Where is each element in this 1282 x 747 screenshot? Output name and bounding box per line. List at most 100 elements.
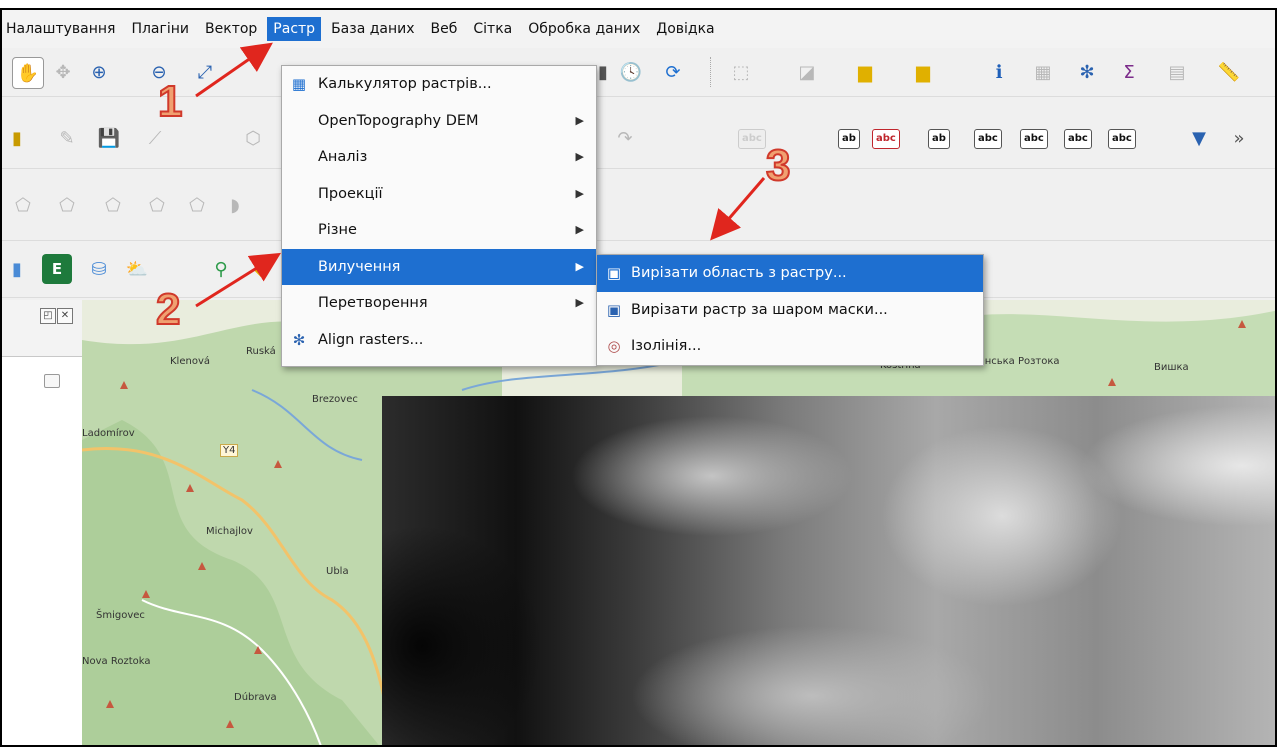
digitizing-toolbar: ▮ ✎ 💾 ⟋ ⬡ ↷ abc ab abc ab abc abc abc ab… — [2, 108, 1275, 169]
layers-panel-header: ◰ ✕ — [2, 300, 82, 357]
map-canvas[interactable]: Klenová Ruská Brezovec Ladomírov Y4 Mich… — [82, 300, 1275, 745]
menu-item-label: Калькулятор растрів... — [318, 76, 492, 92]
menu-item-label: Align rasters... — [318, 331, 424, 348]
add-feature-icon[interactable]: ⟋ — [140, 123, 170, 153]
measure-line-icon[interactable]: 📏 — [1214, 57, 1244, 87]
toolbar-overflow-icon[interactable]: » — [1224, 123, 1254, 153]
delete-part-icon[interactable]: ⬠ — [142, 190, 172, 220]
layer-diagram-icon[interactable]: abc — [872, 129, 900, 149]
menu-processing[interactable]: Обробка даних — [522, 17, 646, 41]
pan-icon[interactable]: ✋ — [12, 57, 44, 89]
submenu-arrow-icon: ▶ — [575, 259, 584, 273]
close-panel-icon[interactable]: ✕ — [57, 308, 73, 324]
menu-item-label: Вирізати область з растру... — [631, 265, 847, 281]
map-place-label: Nova Roztoka — [82, 656, 151, 667]
menu-item-clip-raster-by-mask[interactable]: ▣ Вирізати растр за шаром маски... — [597, 292, 983, 329]
reshape-features-icon[interactable]: ⬠ — [182, 190, 212, 220]
pan-to-selection-icon[interactable]: ✥ — [48, 57, 78, 87]
label-toolbar-icon[interactable]: abc — [738, 129, 766, 149]
field-calculator-icon[interactable]: ✻ — [1072, 57, 1102, 87]
show-hide-labels-icon[interactable]: abc — [974, 129, 1002, 149]
identify-features-icon[interactable]: ℹ — [984, 57, 1014, 87]
delete-ring-icon[interactable]: ⬠ — [98, 190, 128, 220]
redo-icon[interactable]: ↷ — [610, 123, 640, 153]
layers-panel: ◰ ✕ — [2, 300, 83, 745]
layer-labeling-icon[interactable]: ab — [838, 129, 860, 149]
menu-item-label: Вилучення — [318, 258, 401, 275]
refresh-icon[interactable]: ⟳ — [658, 57, 688, 87]
offset-curve-icon[interactable]: ◗ — [220, 190, 250, 220]
python-console-icon[interactable]: ▮ — [2, 254, 32, 284]
zoom-full-icon[interactable]: ⤢ — [190, 57, 220, 87]
clip-by-extent-icon: ▣ — [606, 264, 622, 282]
menu-item-projections[interactable]: Проекції ▶ — [282, 176, 596, 213]
add-ring-icon[interactable]: ⬠ — [8, 190, 38, 220]
menu-settings[interactable]: Налаштування — [2, 17, 121, 41]
contour-icon: ◎ — [607, 337, 621, 355]
menu-help[interactable]: Довідка — [650, 17, 720, 41]
menu-item-analysis[interactable]: Аналіз ▶ — [282, 139, 596, 176]
current-edits-icon[interactable]: ▮ — [2, 123, 32, 153]
menu-item-contour[interactable]: ◎ Ізолінія... — [597, 328, 983, 365]
select-location-icon[interactable]: ▆ — [908, 57, 938, 87]
zoom-in-icon[interactable]: ⊕ — [84, 57, 114, 87]
menu-plugins[interactable]: Плагіни — [125, 17, 195, 41]
menu-vector[interactable]: Вектор — [199, 17, 263, 41]
map-place-label: Вишка — [1154, 362, 1189, 373]
pin-labels-icon[interactable]: ab — [928, 129, 950, 149]
menu-item-conversion[interactable]: Перетворення ▶ — [282, 285, 596, 322]
map-place-label: Ruská — [246, 346, 276, 357]
cropped-caption-strip — [0, 0, 1282, 8]
submenu-arrow-icon: ▶ — [575, 186, 584, 200]
rotate-label-icon[interactable]: abc — [1064, 129, 1092, 149]
e-plugin-icon[interactable]: E — [42, 254, 72, 284]
gear-icon: ✻ — [292, 330, 306, 349]
menu-web[interactable]: Веб — [425, 17, 464, 41]
plugin-toolbar-icon[interactable]: ▼ — [1184, 123, 1214, 153]
menu-item-raster-calculator[interactable]: ▦ Калькулятор растрів... — [282, 66, 596, 103]
map-place-label: ненська Розтока — [972, 356, 1060, 367]
menu-item-extraction[interactable]: Вилучення ▶ — [282, 248, 596, 285]
map-place-label: Michajlov — [206, 526, 253, 537]
map-navigation-toolbar: ✋ ✥ ⊕ ⊖ ⤢ ▮ 🕓 ⟳ ⬚ ◪ ▆ ▆ ℹ ▦ ✻ Σ ▤ 📏 — [2, 48, 1275, 97]
menu-item-align-rasters[interactable]: ✻ Align rasters... — [282, 322, 596, 359]
menu-item-clip-raster-by-extent[interactable]: ▣ Вирізати область з растру... — [597, 255, 983, 292]
menu-item-opentopography[interactable]: OpenTopography DEM ▶ — [282, 103, 596, 140]
search-icon[interactable]: ⚲ — [206, 254, 236, 284]
statistics-sum-icon[interactable]: Σ — [1114, 57, 1144, 87]
change-label-icon[interactable]: abc — [1108, 129, 1136, 149]
menu-bar: Налаштування Плагіни Вектор Растр База д… — [2, 10, 1275, 48]
menu-database[interactable]: База даних — [325, 17, 420, 41]
deselect-icon[interactable]: ▆ — [850, 57, 880, 87]
move-label-icon[interactable]: abc — [1020, 129, 1048, 149]
step-2-annotation: 2 — [155, 285, 182, 334]
menu-item-label: OpenTopography DEM — [318, 112, 479, 129]
open-table-icon[interactable]: ▤ — [1162, 57, 1192, 87]
select-features-icon[interactable]: ⬚ — [726, 57, 756, 87]
menu-item-miscellaneous[interactable]: Різне ▶ — [282, 212, 596, 249]
submenu-arrow-icon: ▶ — [575, 223, 584, 236]
submenu-arrow-icon: ▶ — [575, 296, 584, 309]
vertex-tool-icon[interactable]: ⬡ — [238, 123, 268, 153]
layer-plugin-icon[interactable]: ⛁ — [84, 254, 114, 284]
menu-mesh[interactable]: Сітка — [467, 17, 518, 41]
menu-raster[interactable]: Растр — [267, 17, 322, 41]
map-place-label: Ubla — [326, 566, 349, 577]
georeferencer-icon[interactable]: ◆ — [246, 254, 276, 284]
float-panel-icon[interactable]: ◰ — [40, 308, 56, 324]
save-edits-icon[interactable]: 💾 — [94, 123, 124, 153]
attribute-table-icon[interactable]: ▦ — [1028, 57, 1058, 87]
clip-by-mask-icon: ▣ — [606, 300, 622, 319]
clock-icon[interactable]: 🕓 — [616, 57, 646, 87]
layer-checkbox-icon[interactable] — [44, 374, 60, 388]
road-number-label: Y4 — [220, 444, 239, 457]
advanced-digitizing-toolbar: ⬠ ⬠ ⬠ ⬠ ⬠ ◗ — [2, 170, 1275, 241]
menu-item-label: Ізолінія... — [631, 338, 702, 354]
toggle-editing-icon[interactable]: ✎ — [52, 123, 82, 153]
add-web-service-icon[interactable]: ⛅ — [122, 254, 152, 284]
fill-ring-icon[interactable]: ⬠ — [52, 190, 82, 220]
extraction-submenu: ▣ Вирізати область з растру... ▣ Вирізат… — [596, 254, 984, 366]
map-place-label: Dúbrava — [234, 692, 277, 703]
qgis-window: Налаштування Плагіни Вектор Растр База д… — [0, 8, 1277, 747]
select-by-value-icon[interactable]: ◪ — [792, 57, 822, 87]
